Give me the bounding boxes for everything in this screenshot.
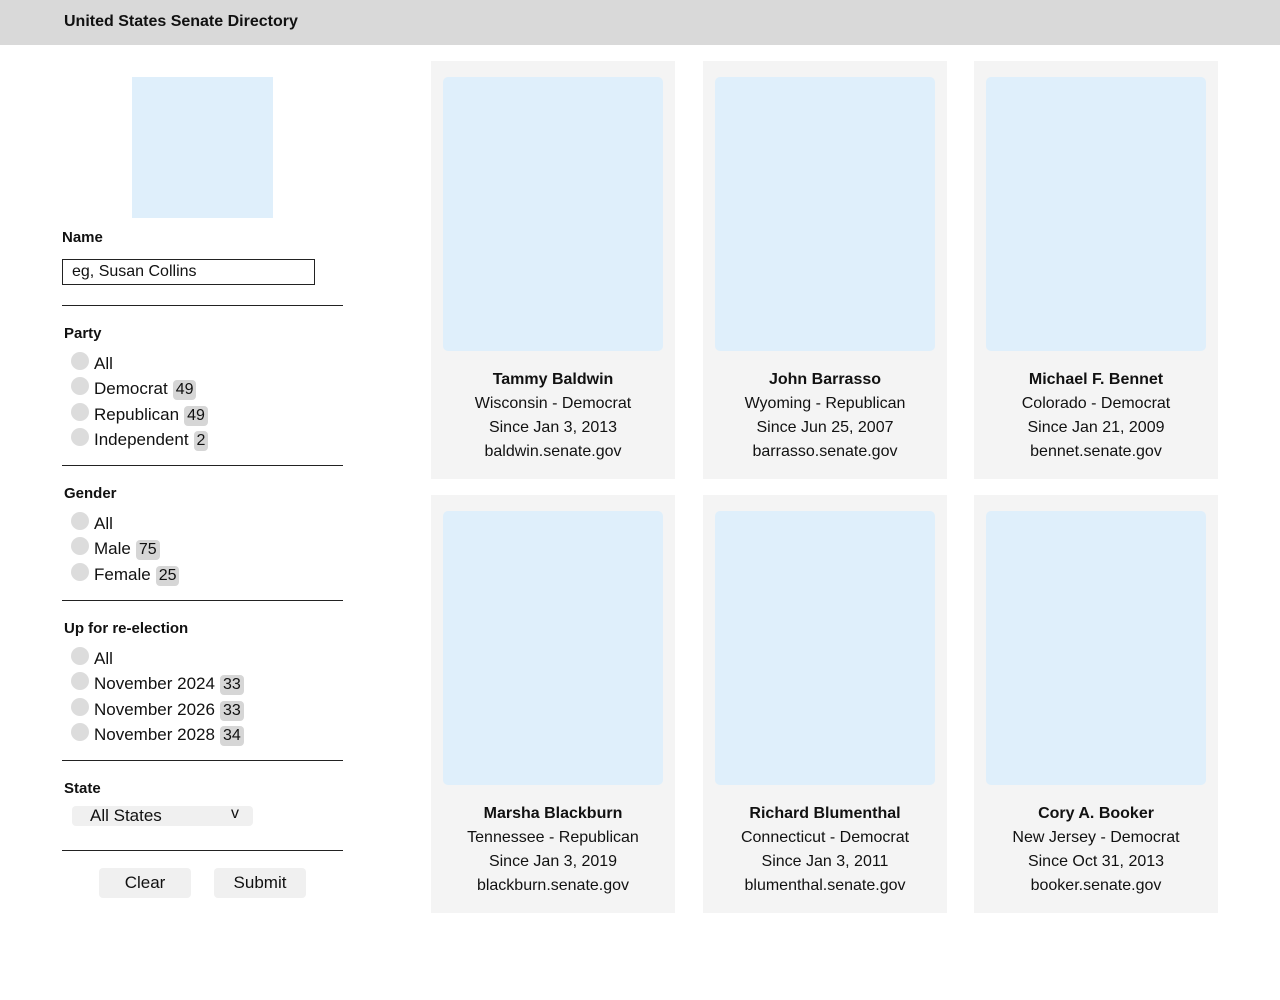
submit-button[interactable]: Submit (214, 868, 306, 898)
senator-since: Since Jan 3, 2013 (488, 419, 618, 436)
senator-website-link[interactable]: baldwin.senate.gov (431, 443, 675, 461)
divider (62, 465, 343, 466)
senator-photo (986, 511, 1206, 785)
state-select-value: All States (90, 806, 162, 825)
chevron-down-icon: v (231, 805, 239, 822)
clear-button[interactable]: Clear (99, 868, 191, 898)
senator-state-party: Wisconsin - Democrat (474, 395, 632, 412)
count-badge: 33 (219, 701, 244, 721)
count-badge: 33 (219, 675, 244, 695)
gender-option-label: All (94, 514, 113, 533)
reelection-option-2024[interactable]: November 2024 33 (71, 672, 244, 698)
senator-state-party: Connecticut - Democrat (740, 829, 910, 846)
divider (62, 305, 343, 306)
divider (62, 600, 343, 601)
radio-button[interactable] (71, 647, 89, 665)
senator-website-link[interactable]: blackburn.senate.gov (431, 877, 675, 895)
senator-since: Since Jun 25, 2007 (756, 419, 894, 436)
gender-label: Gender (64, 485, 117, 502)
senator-card[interactable]: Michael F. Bennet Colorado - Democrat Si… (974, 61, 1218, 479)
count-badge: 2 (193, 431, 209, 451)
reelection-option-label: All (94, 649, 113, 668)
reelection-option-label: November 2024 (94, 674, 215, 693)
senator-photo (443, 511, 663, 785)
senator-website-link[interactable]: booker.senate.gov (974, 877, 1218, 895)
party-label: Party (64, 325, 102, 342)
radio-button[interactable] (71, 352, 89, 370)
radio-button[interactable] (71, 672, 89, 690)
senator-website-link[interactable]: barrasso.senate.gov (703, 443, 947, 461)
senator-website-link[interactable]: bennet.senate.gov (974, 443, 1218, 461)
party-option-label: All (94, 354, 113, 373)
party-option-independent[interactable]: Independent 2 (71, 428, 209, 454)
party-option-all[interactable]: All (71, 352, 113, 378)
radio-button[interactable] (71, 403, 89, 421)
party-option-label: Democrat (94, 379, 168, 398)
count-badge: 49 (172, 380, 197, 400)
senator-name: Cory A. Booker (1038, 805, 1154, 822)
avatar (132, 77, 273, 218)
page-title: United States Senate Directory (64, 13, 298, 30)
reelection-option-2028[interactable]: November 2028 34 (71, 723, 244, 749)
senator-state-party: Wyoming - Republican (744, 395, 906, 412)
senator-card[interactable]: Cory A. Booker New Jersey - Democrat Sin… (974, 495, 1218, 913)
senator-card[interactable]: John Barrasso Wyoming - Republican Since… (703, 61, 947, 479)
senator-since: Since Jan 3, 2011 (761, 853, 889, 870)
senator-photo (715, 511, 935, 785)
senator-photo (443, 77, 663, 351)
senator-state-party: Colorado - Democrat (1021, 395, 1171, 412)
party-option-label: Republican (94, 405, 180, 424)
state-label: State (64, 780, 101, 797)
senator-website-link[interactable]: blumenthal.senate.gov (703, 877, 947, 895)
senator-state-party: New Jersey - Democrat (1012, 829, 1180, 846)
senator-name: Tammy Baldwin (492, 371, 614, 388)
radio-button[interactable] (71, 377, 89, 395)
party-option-democrat[interactable]: Democrat 49 (71, 377, 197, 403)
state-select[interactable]: All States v (72, 805, 253, 826)
reelection-option-2026[interactable]: November 2026 33 (71, 698, 244, 724)
radio-button[interactable] (71, 512, 89, 530)
party-option-label: Independent (94, 430, 189, 449)
radio-button[interactable] (71, 698, 89, 716)
count-badge: 25 (155, 566, 180, 586)
senator-since: Since Oct 31, 2013 (1027, 853, 1165, 870)
radio-button[interactable] (71, 537, 89, 555)
reelection-label: Up for re-election (64, 620, 189, 637)
gender-option-all[interactable]: All (71, 512, 113, 538)
senator-state-party: Tennessee - Republican (467, 829, 639, 846)
senator-name: Michael F. Bennet (1028, 371, 1164, 388)
senator-photo (715, 77, 935, 351)
senator-name: John Barrasso (768, 371, 882, 388)
header-bar: United States Senate Directory (0, 0, 1280, 45)
divider (62, 760, 343, 761)
count-badge: 75 (135, 540, 160, 560)
senator-card[interactable]: Marsha Blackburn Tennessee - Republican … (431, 495, 675, 913)
gender-option-male[interactable]: Male 75 (71, 537, 160, 563)
reelection-option-all[interactable]: All (71, 647, 113, 673)
reelection-option-label: November 2026 (94, 700, 215, 719)
senator-name: Richard Blumenthal (749, 805, 901, 822)
gender-option-label: Male (94, 539, 131, 558)
senator-card[interactable]: Richard Blumenthal Connecticut - Democra… (703, 495, 947, 913)
gender-option-label: Female (94, 565, 151, 584)
name-label: Name (62, 229, 103, 246)
senator-name: Marsha Blackburn (483, 805, 623, 822)
name-search-input[interactable] (62, 259, 315, 285)
divider (62, 850, 343, 851)
radio-button[interactable] (71, 428, 89, 446)
radio-button[interactable] (71, 723, 89, 741)
party-option-republican[interactable]: Republican 49 (71, 403, 208, 429)
senator-since: Since Jan 3, 2019 (488, 853, 618, 870)
senator-card[interactable]: Tammy Baldwin Wisconsin - Democrat Since… (431, 61, 675, 479)
senator-since: Since Jan 21, 2009 (1027, 419, 1165, 436)
count-badge: 34 (219, 726, 244, 746)
gender-option-female[interactable]: Female 25 (71, 563, 180, 589)
radio-button[interactable] (71, 563, 89, 581)
senator-photo (986, 77, 1206, 351)
count-badge: 49 (184, 406, 208, 426)
reelection-option-label: November 2028 (94, 725, 215, 744)
